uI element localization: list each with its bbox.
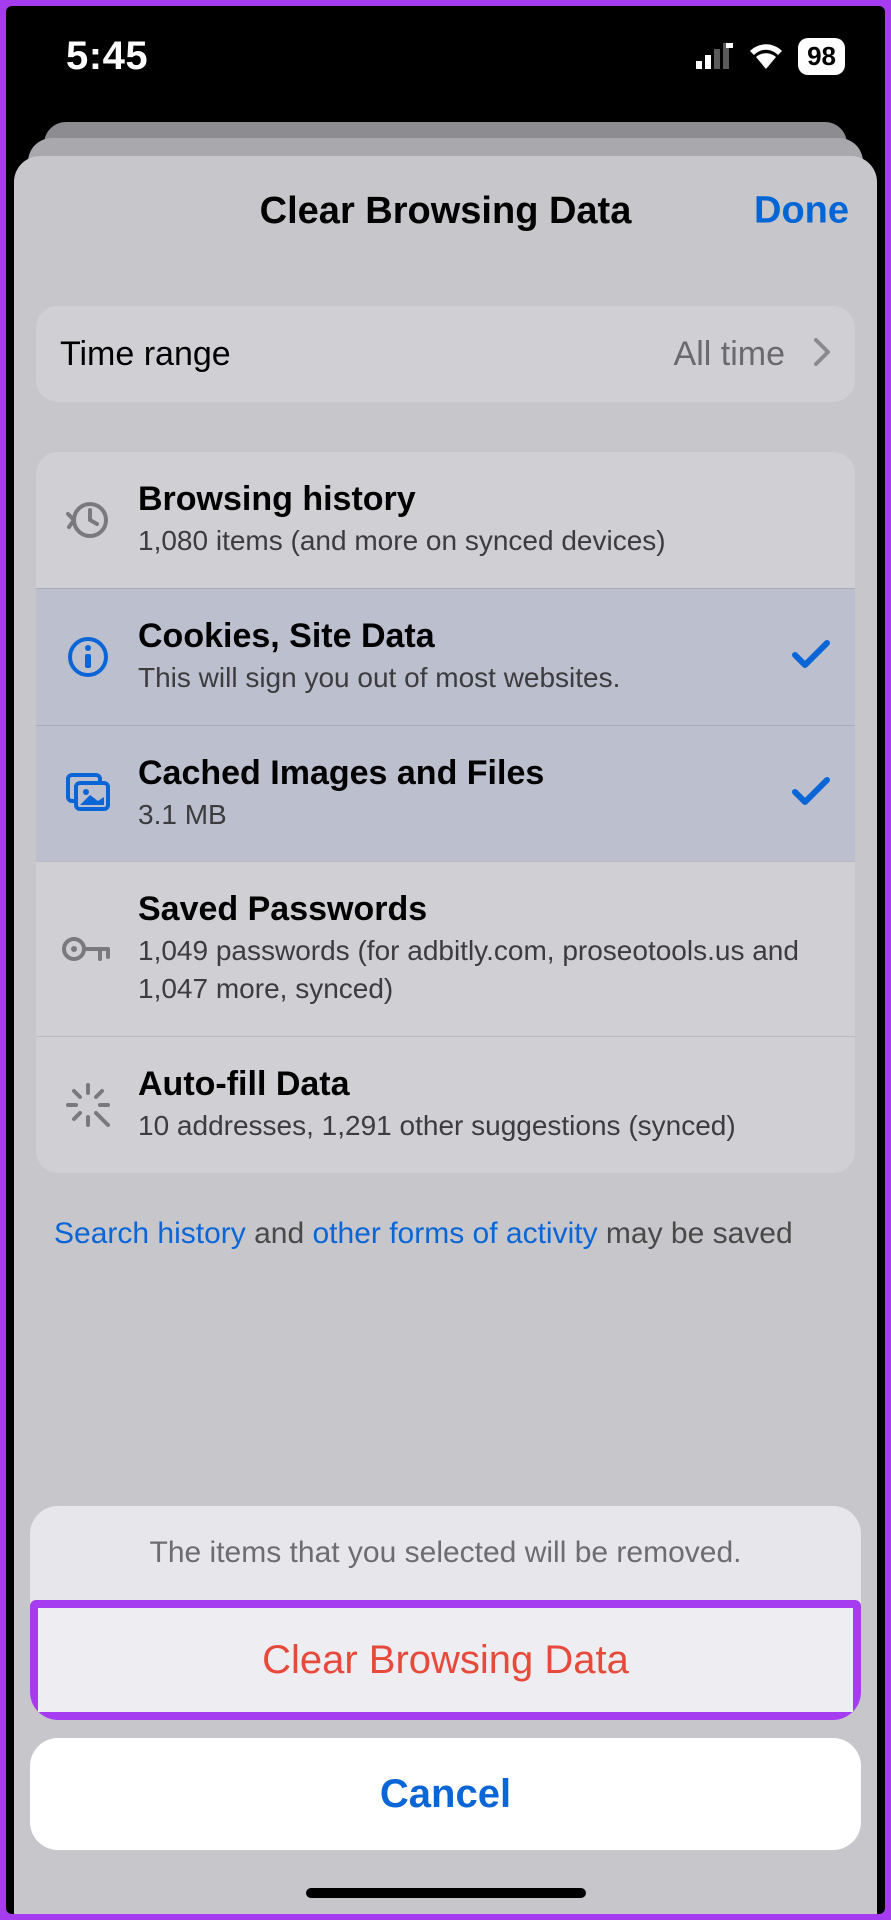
other-activity-link[interactable]: other forms of activity: [312, 1217, 597, 1250]
status-indicators: 98: [696, 38, 845, 75]
home-indicator[interactable]: [306, 1888, 586, 1898]
done-button[interactable]: Done: [754, 190, 849, 233]
item-autofill[interactable]: Auto-fill Data 10 addresses, 1,291 other…: [36, 1036, 855, 1173]
checkmark-icon: [791, 637, 831, 676]
info-icon: [60, 635, 116, 679]
history-icon: [60, 498, 116, 542]
status-time: 5:45: [66, 34, 148, 79]
item-title: Browsing history: [138, 480, 831, 519]
time-range-row[interactable]: Time range All time: [36, 306, 855, 402]
item-subtitle: 1,049 passwords (for adbitly.com, proseo…: [138, 932, 831, 1008]
time-range-group: Time range All time: [36, 306, 855, 402]
item-subtitle: 3.1 MB: [138, 796, 769, 834]
time-range-label: Time range: [60, 335, 652, 374]
item-browsing-history[interactable]: Browsing history 1,080 items (and more o…: [36, 452, 855, 588]
item-title: Auto-fill Data: [138, 1065, 831, 1104]
checkmark-icon: [791, 774, 831, 813]
key-icon: [60, 933, 116, 965]
wifi-icon: [748, 43, 784, 69]
clear-browsing-data-button[interactable]: Clear Browsing Data: [38, 1608, 853, 1712]
item-title: Cached Images and Files: [138, 754, 769, 793]
item-subtitle: 10 addresses, 1,291 other suggestions (s…: [138, 1107, 831, 1145]
page-title: Clear Browsing Data: [260, 190, 632, 233]
search-history-link[interactable]: Search history: [54, 1217, 246, 1250]
item-title: Cookies, Site Data: [138, 617, 769, 656]
item-subtitle: 1,080 items (and more on synced devices): [138, 522, 831, 560]
modal-sheet: Clear Browsing Data Done Time range All …: [14, 156, 877, 1914]
item-cookies[interactable]: Cookies, Site Data This will sign you ou…: [36, 588, 855, 725]
battery-indicator: 98: [798, 38, 845, 75]
sheet-header: Clear Browsing Data Done: [14, 156, 877, 266]
action-sheet-group: The items that you selected will be remo…: [30, 1506, 861, 1720]
battery-level: 98: [807, 41, 836, 72]
wand-icon: [60, 1081, 116, 1129]
item-subtitle: This will sign you out of most websites.: [138, 659, 769, 697]
footer-text: Search history and other forms of activi…: [36, 1173, 855, 1255]
action-sheet-message: The items that you selected will be remo…: [30, 1506, 861, 1600]
item-passwords[interactable]: Saved Passwords 1,049 passwords (for adb…: [36, 861, 855, 1036]
highlight-frame: Clear Browsing Data: [30, 1600, 861, 1720]
cellular-icon: [696, 43, 734, 69]
item-cached[interactable]: Cached Images and Files 3.1 MB: [36, 725, 855, 862]
images-icon: [60, 771, 116, 815]
chevron-right-icon: [813, 337, 831, 372]
time-range-value: All time: [674, 335, 785, 374]
item-title: Saved Passwords: [138, 890, 831, 929]
cancel-button[interactable]: Cancel: [30, 1738, 861, 1850]
data-types-group: Browsing history 1,080 items (and more o…: [36, 452, 855, 1173]
status-bar: 5:45 98: [6, 6, 885, 116]
action-sheet: The items that you selected will be remo…: [30, 1506, 861, 1850]
